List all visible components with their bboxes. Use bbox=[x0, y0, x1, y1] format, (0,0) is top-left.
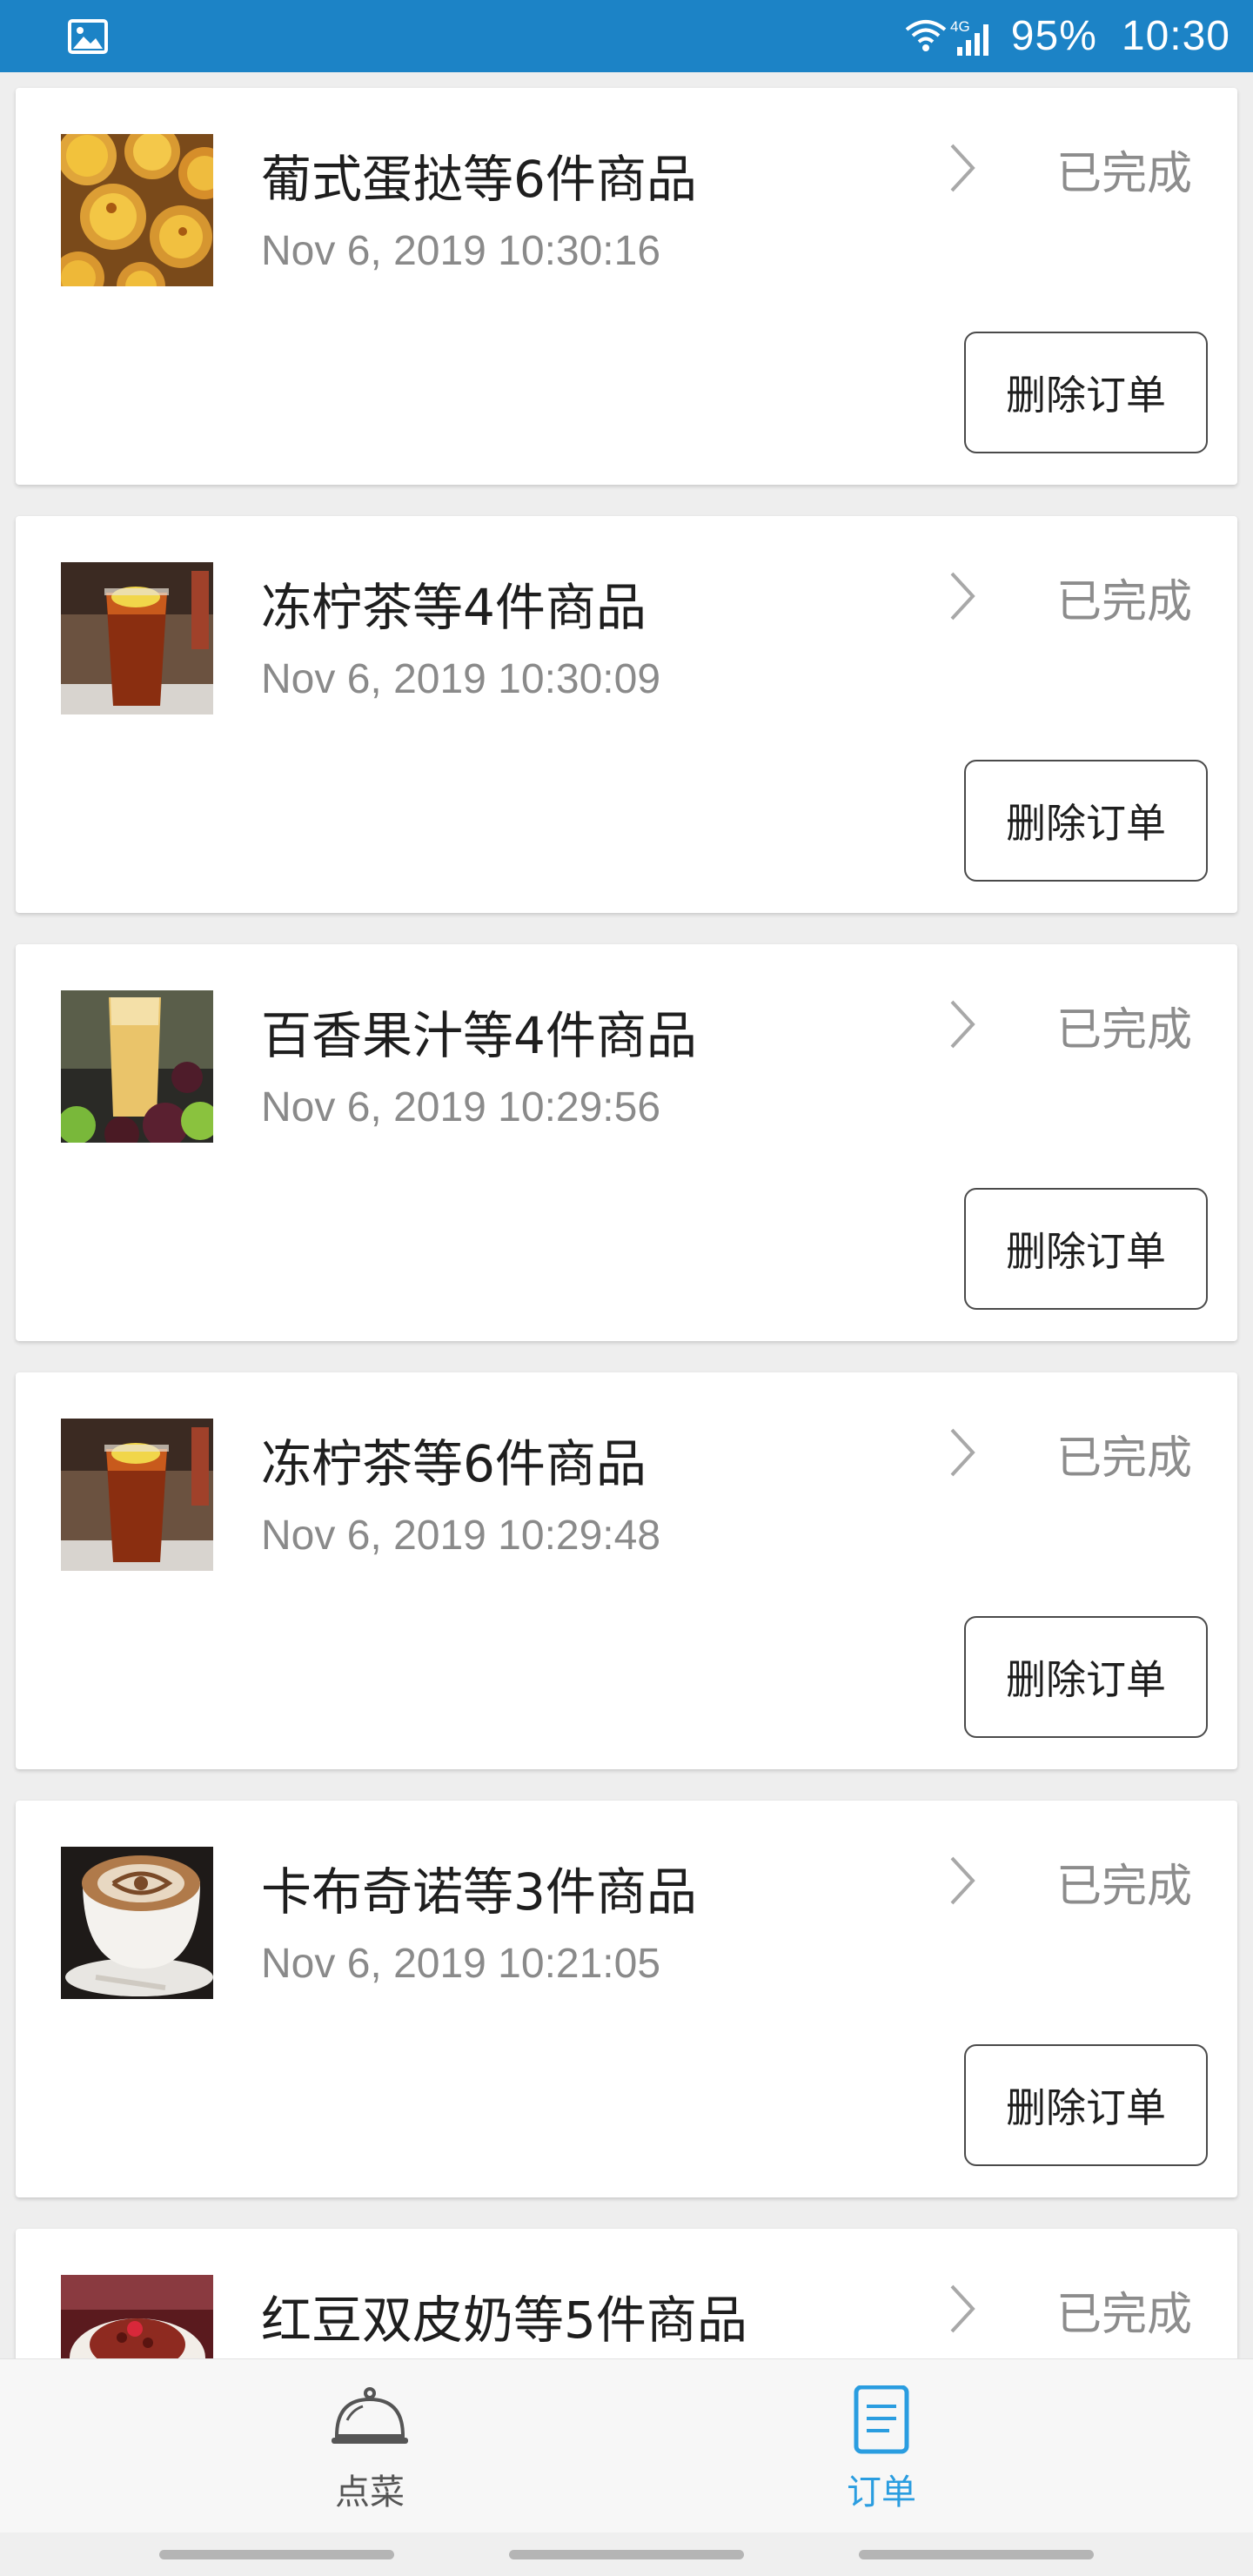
delete-order-button[interactable]: 删除订单 bbox=[964, 332, 1208, 453]
chevron-right-icon[interactable] bbox=[945, 568, 980, 624]
order-title: 卡布奇诺等3件商品 bbox=[261, 1862, 697, 1922]
order-status: 已完成 bbox=[1055, 148, 1192, 200]
order-card[interactable]: 卡布奇诺等3件商品 Nov 6, 2019 10:21:05 已完成 删除订单 bbox=[16, 1801, 1237, 2197]
chevron-right-icon[interactable] bbox=[945, 1853, 980, 1909]
gesture-pill-center[interactable] bbox=[509, 2550, 744, 2559]
order-card[interactable]: 红豆双皮奶等5件商品 已完成 bbox=[16, 2229, 1237, 2358]
delete-order-button[interactable]: 删除订单 bbox=[964, 2044, 1208, 2166]
iced-lemon-tea-image bbox=[61, 1419, 213, 1571]
order-status: 已完成 bbox=[1055, 576, 1192, 628]
battery-percentage: 95% bbox=[1010, 13, 1097, 59]
chevron-right-icon[interactable] bbox=[945, 996, 980, 1052]
order-status: 已完成 bbox=[1055, 1432, 1192, 1485]
network-type: 4G bbox=[950, 18, 970, 35]
order-time: Nov 6, 2019 10:29:56 bbox=[261, 1084, 661, 1130]
document-icon bbox=[854, 2385, 909, 2454]
order-card[interactable]: 葡式蛋挞等6件商品 Nov 6, 2019 10:30:16 已完成 删除订单 bbox=[16, 88, 1237, 485]
order-time: Nov 6, 2019 10:30:16 bbox=[261, 228, 661, 274]
gesture-pill-right[interactable] bbox=[859, 2550, 1094, 2559]
order-card[interactable]: 百香果汁等4件商品 Nov 6, 2019 10:29:56 已完成 删除订单 bbox=[16, 944, 1237, 1341]
order-card[interactable]: 冻柠茶等4件商品 Nov 6, 2019 10:30:09 已完成 删除订单 bbox=[16, 516, 1237, 913]
passion-fruit-juice-image bbox=[61, 990, 213, 1143]
order-card[interactable]: 冻柠茶等6件商品 Nov 6, 2019 10:29:48 已完成 删除订单 bbox=[16, 1372, 1237, 1769]
order-status: 已完成 bbox=[1055, 2289, 1192, 2341]
order-time: Nov 6, 2019 10:21:05 bbox=[261, 1941, 661, 1987]
order-list[interactable]: 葡式蛋挞等6件商品 Nov 6, 2019 10:30:16 已完成 删除订单 … bbox=[0, 72, 1253, 2358]
order-status: 已完成 bbox=[1055, 1861, 1192, 1913]
status-bar: 4G 95% 10:30 bbox=[0, 0, 1253, 72]
wifi-signal-icon: 4G bbox=[905, 18, 988, 56]
bottom-navigation: 点菜 订单 bbox=[0, 2358, 1253, 2532]
order-title: 冻柠茶等6件商品 bbox=[261, 1434, 647, 1493]
order-title: 冻柠茶等4件商品 bbox=[261, 578, 647, 637]
chevron-right-icon[interactable] bbox=[945, 1425, 980, 1480]
delete-order-button[interactable]: 删除订单 bbox=[964, 760, 1208, 882]
cloche-icon bbox=[332, 2387, 408, 2444]
iced-lemon-tea-image bbox=[61, 562, 213, 714]
nav-menu-label: 点菜 bbox=[335, 2472, 405, 2512]
delete-order-button[interactable]: 删除订单 bbox=[964, 1188, 1208, 1310]
chevron-right-icon[interactable] bbox=[945, 140, 980, 196]
nav-orders-tab[interactable]: 订单 bbox=[794, 2385, 968, 2516]
system-gesture-bar bbox=[0, 2532, 1253, 2576]
chevron-right-icon[interactable] bbox=[945, 2281, 980, 2337]
order-title: 葡式蛋挞等6件商品 bbox=[261, 150, 697, 209]
order-title: 百香果汁等4件商品 bbox=[261, 1006, 697, 1065]
clock-time: 10:30 bbox=[1121, 13, 1230, 59]
order-title: 红豆双皮奶等5件商品 bbox=[261, 2291, 747, 2350]
image-icon bbox=[68, 18, 108, 54]
cappuccino-image bbox=[61, 1847, 213, 1999]
nav-orders-label: 订单 bbox=[847, 2472, 916, 2512]
gesture-pill-left[interactable] bbox=[159, 2550, 394, 2559]
nav-menu-tab[interactable]: 点菜 bbox=[283, 2385, 457, 2516]
order-time: Nov 6, 2019 10:29:48 bbox=[261, 1513, 661, 1559]
delete-order-button[interactable]: 删除订单 bbox=[964, 1616, 1208, 1738]
order-time: Nov 6, 2019 10:30:09 bbox=[261, 656, 661, 702]
order-status: 已完成 bbox=[1055, 1004, 1192, 1057]
egg-tart-image bbox=[61, 134, 213, 286]
red-bean-pudding-image bbox=[61, 2275, 213, 2358]
